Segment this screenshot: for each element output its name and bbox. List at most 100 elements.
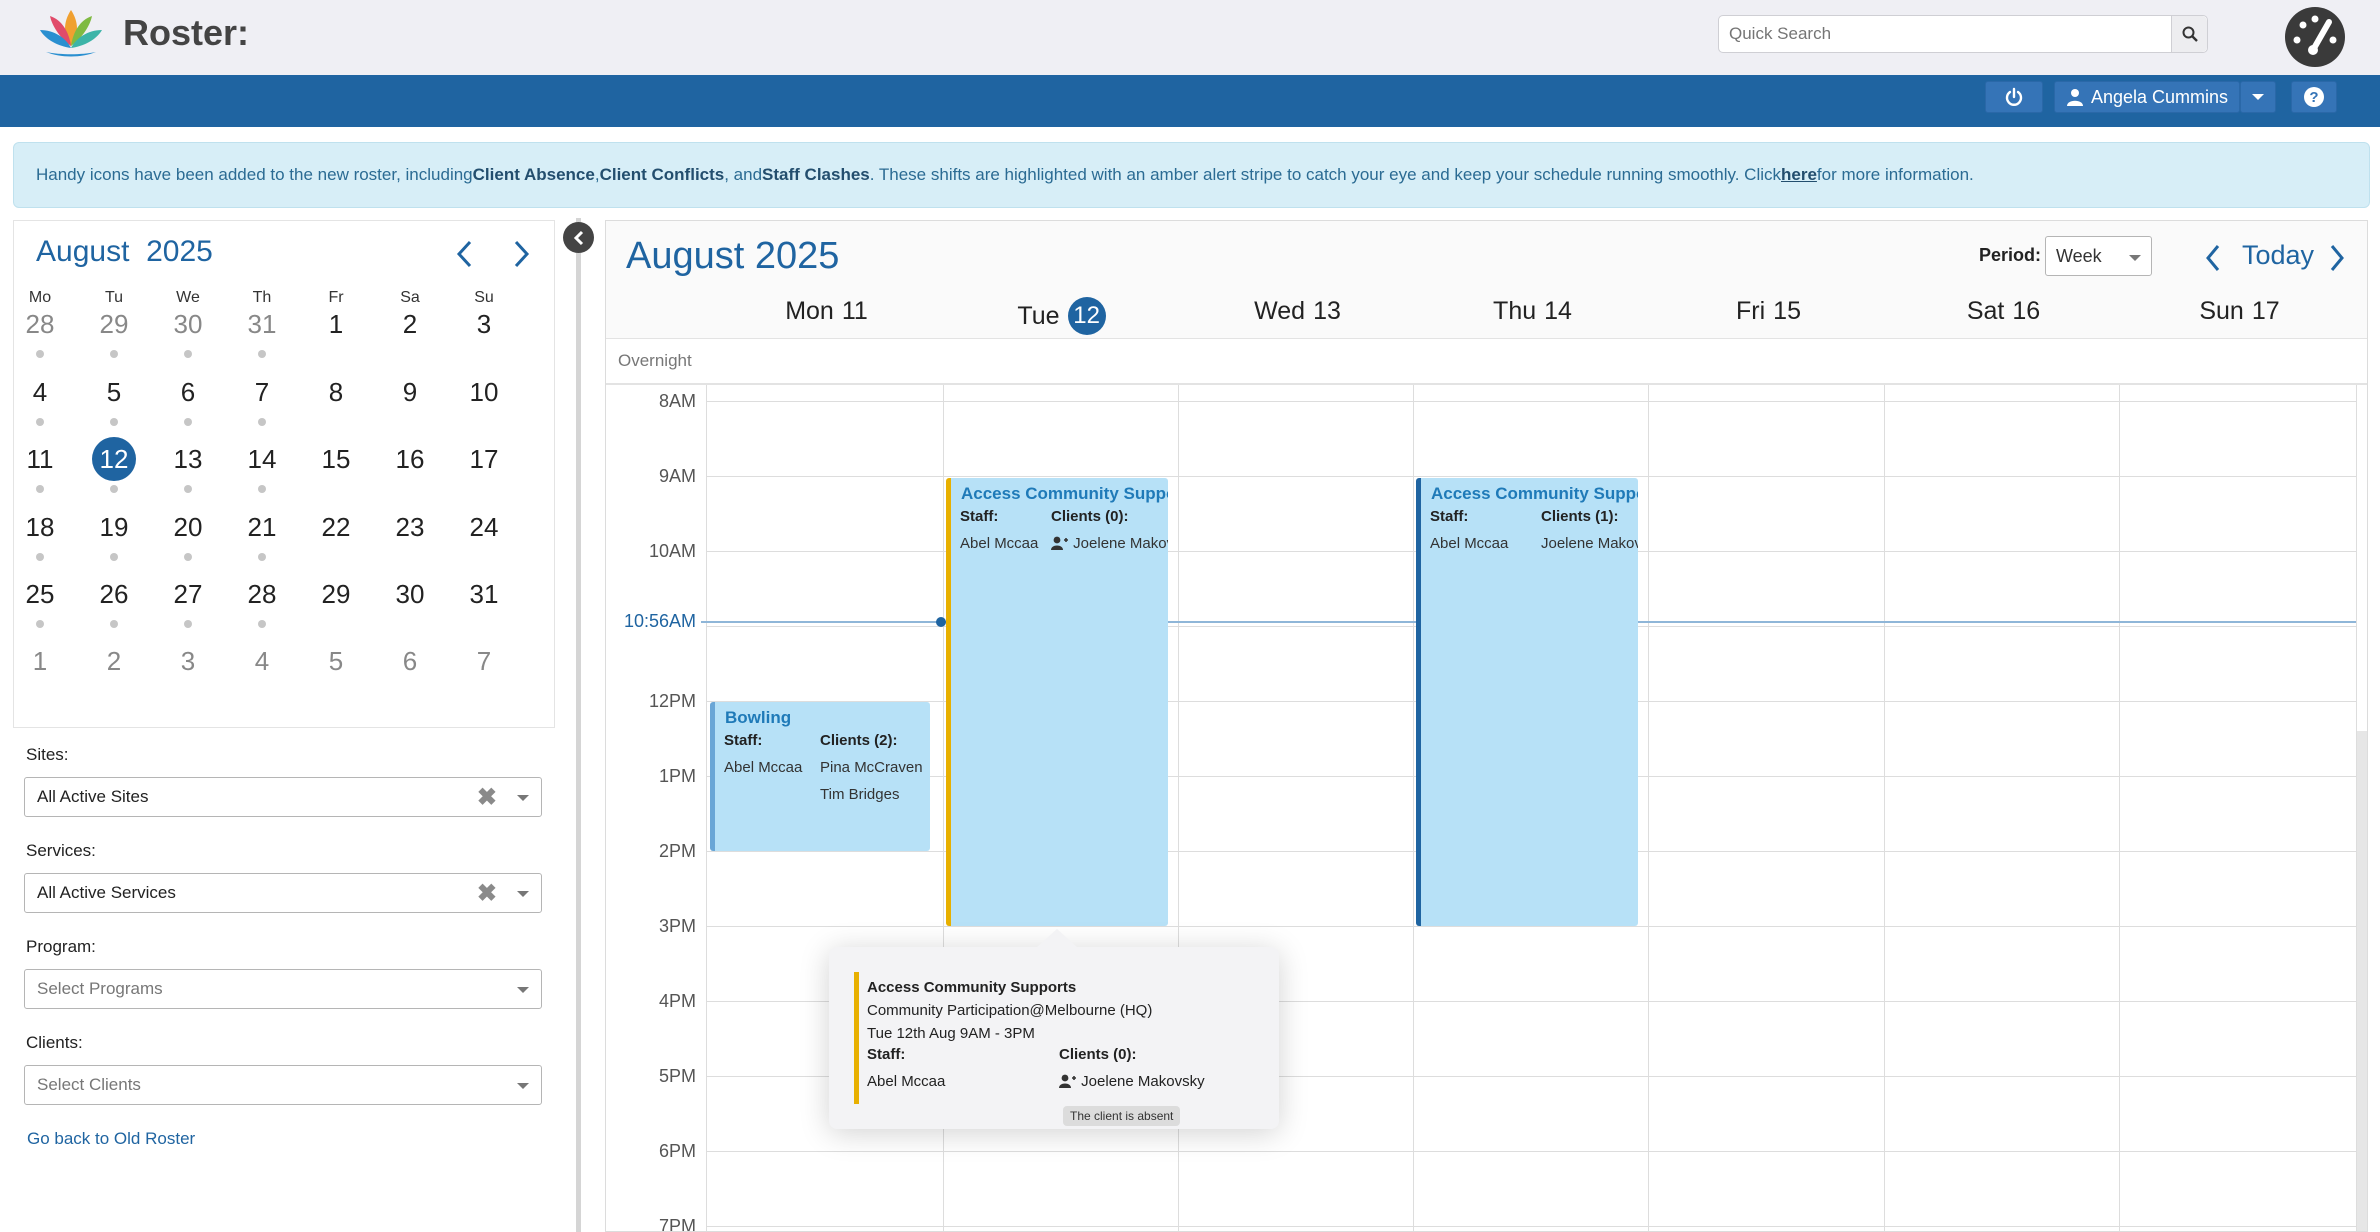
mini-day[interactable]: 5 bbox=[299, 646, 373, 677]
event-indicator-dot bbox=[110, 418, 118, 426]
clear-x-icon[interactable]: ✖ bbox=[477, 786, 497, 810]
event-indicator-dot bbox=[110, 485, 118, 493]
current-time-dot bbox=[936, 617, 946, 627]
mini-day[interactable]: 5 bbox=[77, 377, 151, 408]
mini-day[interactable]: 31 bbox=[447, 579, 521, 610]
old-roster-link[interactable]: Go back to Old Roster bbox=[27, 1129, 195, 1149]
event-indicator-dot bbox=[36, 553, 44, 561]
time-label: 6PM bbox=[658, 1141, 696, 1161]
event-access-community-tue[interactable]: Access Community Supports Staff: Abel Mc… bbox=[946, 478, 1168, 926]
day-header-tue[interactable]: Tue 12 bbox=[944, 297, 1179, 335]
collapse-panel-button[interactable] bbox=[563, 222, 594, 253]
day-header-wed[interactable]: Wed 13 bbox=[1180, 297, 1415, 326]
panel-splitter[interactable] bbox=[576, 218, 581, 1232]
mini-day[interactable]: 18 bbox=[3, 512, 77, 543]
mini-day[interactable]: 11 bbox=[3, 444, 77, 475]
alert-here-link[interactable]: here bbox=[1781, 165, 1817, 185]
mini-day[interactable]: 4 bbox=[225, 646, 299, 677]
event-bowling[interactable]: Bowling Staff: Abel Mccaa Clients (2): P… bbox=[710, 702, 930, 851]
calendar-scrollbar[interactable] bbox=[2356, 731, 2367, 1231]
clients-select[interactable]: Select Clients bbox=[24, 1065, 542, 1105]
weekday-header: Su bbox=[474, 289, 494, 306]
mini-day[interactable]: 27 bbox=[151, 579, 225, 610]
event-indicator-dot bbox=[184, 418, 192, 426]
mini-day[interactable]: 25 bbox=[3, 579, 77, 610]
period-select[interactable]: Week bbox=[2045, 236, 2152, 276]
mini-next-month-button[interactable] bbox=[506, 237, 536, 271]
mini-day[interactable]: 13 bbox=[151, 444, 225, 475]
mini-day[interactable]: 6 bbox=[373, 646, 447, 677]
services-label: Services: bbox=[26, 841, 96, 860]
clear-x-icon[interactable]: ✖ bbox=[477, 882, 497, 906]
event-staff-label: Staff: bbox=[1430, 508, 1469, 525]
mini-day[interactable]: 3 bbox=[151, 646, 225, 677]
mini-day[interactable]: 20 bbox=[151, 512, 225, 543]
sites-value: All Active Sites bbox=[37, 787, 149, 806]
mini-day[interactable]: 1 bbox=[3, 646, 77, 677]
mini-day[interactable]: 15 bbox=[299, 444, 373, 475]
mini-day[interactable]: 28 bbox=[225, 579, 299, 610]
next-week-button[interactable] bbox=[2324, 241, 2350, 275]
popover-time: Tue 12th Aug 9AM - 3PM bbox=[867, 1025, 1035, 1042]
user-dropdown-toggle[interactable] bbox=[2240, 81, 2276, 113]
mini-day[interactable]: 16 bbox=[373, 444, 447, 475]
day-column-divider bbox=[1884, 338, 1885, 1231]
event-client: Tim Bridges bbox=[820, 786, 900, 803]
day-header-mon[interactable]: Mon 11 bbox=[709, 297, 944, 326]
user-icon bbox=[2066, 89, 2083, 106]
mini-day[interactable]: 29 bbox=[77, 309, 151, 340]
mini-day[interactable]: 26 bbox=[77, 579, 151, 610]
help-button[interactable]: ? bbox=[2291, 81, 2337, 113]
mini-day[interactable]: 6 bbox=[151, 377, 225, 408]
chevron-down-icon bbox=[517, 891, 529, 897]
clients-placeholder: Select Clients bbox=[37, 1075, 141, 1094]
services-select[interactable]: All Active Services ✖ bbox=[24, 873, 542, 913]
mini-day[interactable]: 30 bbox=[373, 579, 447, 610]
svg-text:?: ? bbox=[2309, 89, 2318, 106]
mini-day[interactable]: 2 bbox=[373, 309, 447, 340]
day-header-fri[interactable]: Fri 15 bbox=[1651, 297, 1886, 326]
mini-day[interactable]: 30 bbox=[151, 309, 225, 340]
mini-day[interactable]: 7 bbox=[225, 377, 299, 408]
prev-week-button[interactable] bbox=[2200, 241, 2226, 275]
mini-prev-month-button[interactable] bbox=[450, 237, 480, 271]
quick-search bbox=[1718, 15, 2208, 53]
today-button[interactable]: Today bbox=[2242, 240, 2314, 271]
mini-day[interactable]: 7 bbox=[447, 646, 521, 677]
mini-day[interactable]: 24 bbox=[447, 512, 521, 543]
event-access-community-thu[interactable]: Access Community Supports Staff: Abel Mc… bbox=[1416, 478, 1638, 926]
mini-day[interactable]: 29 bbox=[299, 579, 373, 610]
program-select[interactable]: Select Programs bbox=[24, 969, 542, 1009]
mini-day[interactable]: 14 bbox=[225, 444, 299, 475]
mini-day[interactable]: 21 bbox=[225, 512, 299, 543]
mini-day[interactable]: 19 bbox=[77, 512, 151, 543]
mini-day[interactable]: 3 bbox=[447, 309, 521, 340]
alert-text-4: . These shifts are highlighted with an a… bbox=[869, 165, 1781, 184]
mini-day[interactable]: 4 bbox=[3, 377, 77, 408]
alert-client-absence: Client Absence bbox=[472, 165, 595, 184]
search-input[interactable] bbox=[1719, 16, 2171, 52]
day-header-sat[interactable]: Sat 16 bbox=[1886, 297, 2121, 326]
mini-day[interactable]: 28 bbox=[3, 309, 77, 340]
hour-gridline bbox=[706, 1151, 2356, 1152]
event-indicator-dot bbox=[110, 350, 118, 358]
mini-day[interactable]: 22 bbox=[299, 512, 373, 543]
mini-day[interactable]: 2 bbox=[77, 646, 151, 677]
logout-button[interactable] bbox=[1985, 81, 2043, 113]
day-header-sun[interactable]: Sun 17 bbox=[2122, 297, 2357, 326]
mini-day[interactable]: 8 bbox=[299, 377, 373, 408]
time-label: 7PM bbox=[658, 1216, 696, 1232]
user-menu-button[interactable]: Angela Cummins bbox=[2054, 81, 2240, 113]
mini-day[interactable]: 23 bbox=[373, 512, 447, 543]
dashboard-gauge-icon[interactable] bbox=[2282, 6, 2348, 68]
mini-day[interactable]: 10 bbox=[447, 377, 521, 408]
mini-day[interactable]: 17 bbox=[447, 444, 521, 475]
mini-day-selected[interactable]: 12 bbox=[77, 444, 151, 475]
mini-day[interactable]: 31 bbox=[225, 309, 299, 340]
search-button[interactable] bbox=[2171, 16, 2207, 52]
day-header-thu[interactable]: Thu 14 bbox=[1415, 297, 1650, 326]
mini-day[interactable]: 9 bbox=[373, 377, 447, 408]
mini-day[interactable]: 1 bbox=[299, 309, 373, 340]
sites-select[interactable]: All Active Sites ✖ bbox=[24, 777, 542, 817]
event-indicator-dot bbox=[36, 620, 44, 628]
